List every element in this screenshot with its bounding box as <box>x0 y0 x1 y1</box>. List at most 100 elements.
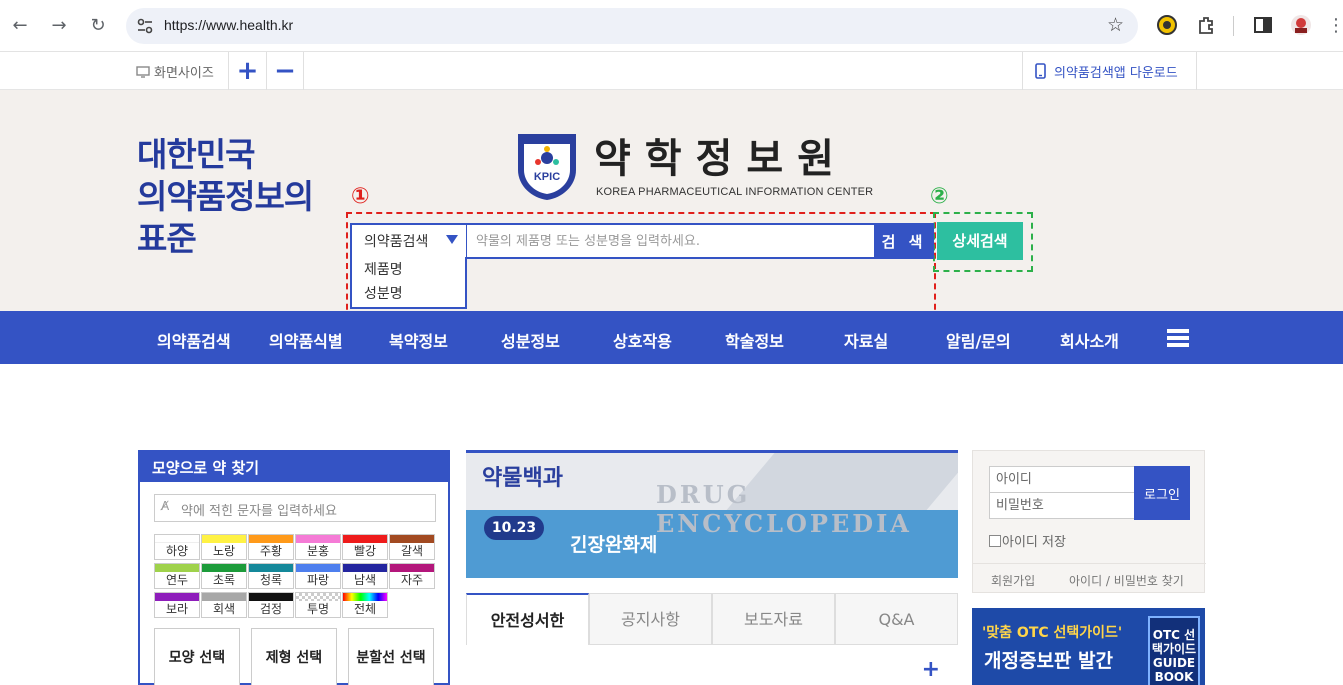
color-swatch[interactable]: 갈색 <box>389 534 435 560</box>
color-swatch[interactable]: 노랑 <box>201 534 247 560</box>
color-swatch-label: 검정 <box>259 602 283 616</box>
color-swatch[interactable]: 빨강 <box>342 534 388 560</box>
color-swatch-label: 청록 <box>259 573 283 587</box>
extension-icon[interactable] <box>1156 14 1178 36</box>
tab-press[interactable]: 보도자료 <box>712 593 835 645</box>
annotation-number-2: ② <box>930 184 949 209</box>
screen-size-label: 화면사이즈 <box>154 66 214 81</box>
tab-notices[interactable]: 공지사항 <box>589 593 712 645</box>
color-swatch-label: 회색 <box>212 602 236 616</box>
side-panel-icon[interactable] <box>1252 14 1274 36</box>
color-swatch-label: 보라 <box>165 602 189 616</box>
extensions-puzzle-icon[interactable] <box>1196 14 1218 36</box>
zoom-in-button[interactable]: + <box>228 52 266 90</box>
site-settings-icon[interactable] <box>136 17 154 35</box>
nav-item-archive[interactable]: 자료실 <box>844 328 888 352</box>
color-swatch-label: 분홍 <box>306 544 330 558</box>
search-category-value: 의약품검색 <box>364 234 429 250</box>
save-id-label: 아이디 저장 <box>1002 535 1066 550</box>
slogan-line: 대한민국 <box>137 135 255 174</box>
login-button[interactable]: 로그인 <box>1134 466 1190 520</box>
color-swatch-bar <box>296 535 340 543</box>
search-bar: 의약품검색 검 색 <box>350 223 934 259</box>
color-swatch-label: 투명 <box>306 602 330 616</box>
color-swatch[interactable]: 남색 <box>342 563 388 589</box>
nav-item-drug-search[interactable]: 의약품검색 <box>157 328 231 352</box>
more-plus-icon[interactable]: + <box>922 657 940 682</box>
nav-item-company[interactable]: 회사소개 <box>1060 328 1119 352</box>
nav-item-drug-identify[interactable]: 의약품식별 <box>269 328 343 352</box>
password-input[interactable] <box>989 492 1135 519</box>
color-swatch[interactable]: 자주 <box>389 563 435 589</box>
color-swatch[interactable]: 파랑 <box>295 563 341 589</box>
emblem-text: KPIC <box>534 171 560 183</box>
color-swatch[interactable]: 회색 <box>201 592 247 618</box>
color-swatch-bar <box>155 535 199 543</box>
login-links: 회원가입 아이디 / 비밀번호 찾기 <box>973 563 1206 593</box>
menu-hamburger-icon[interactable] <box>1167 329 1189 347</box>
otc-guide-book-image: OTC 선택가이드 GUIDE BOOK <box>1148 616 1200 685</box>
color-swatch[interactable]: 전체 <box>342 592 388 618</box>
address-bar[interactable]: https://www.health.kr ☆ <box>126 8 1138 44</box>
color-swatch[interactable]: 초록 <box>201 563 247 589</box>
color-swatch[interactable]: 주황 <box>248 534 294 560</box>
browser-menu-icon[interactable]: ⋮ <box>1327 12 1343 40</box>
nav-item-academic[interactable]: 학술정보 <box>725 328 784 352</box>
site-slogan: 대한민국 의약품정보의 표준 <box>137 134 314 260</box>
color-swatch-label: 파랑 <box>306 573 330 587</box>
otc-guide-banner[interactable]: '맞춤 OTC 선택가이드' 개정증보판 발간 OTC 선택가이드 GUIDE … <box>972 608 1205 685</box>
back-icon[interactable]: ← <box>6 12 34 40</box>
color-swatch-label: 전체 <box>353 602 377 616</box>
color-swatch[interactable]: 투명 <box>295 592 341 618</box>
signup-link[interactable]: 회원가입 <box>991 572 1035 589</box>
profile-avatar-icon[interactable] <box>1290 14 1312 36</box>
utility-bar: 화면사이즈 + − 의약품검색앱 다운로드 <box>0 52 1343 90</box>
dropdown-option-product[interactable]: 제품명 <box>352 257 465 281</box>
encyclopedia-date-badge: 10.23 <box>484 516 544 540</box>
tab-qna[interactable]: Q&A <box>835 593 958 645</box>
text-input-icon: A̸ <box>161 499 170 513</box>
otc-banner-line2: 개정증보판 발간 <box>984 650 1113 672</box>
search-input[interactable] <box>468 225 874 257</box>
logo-korean-name[interactable]: 약학정보원 <box>594 126 848 184</box>
color-swatch[interactable]: 하양 <box>154 534 200 560</box>
save-id-checkbox[interactable]: 아이디 저장 <box>989 531 1066 550</box>
search-button[interactable]: 검 색 <box>874 223 934 259</box>
form-select-button[interactable]: 제형 선택 <box>251 628 337 685</box>
color-swatch[interactable]: 연두 <box>154 563 200 589</box>
color-swatch-label: 주황 <box>259 544 283 558</box>
slogan-line: 표준 <box>137 219 197 258</box>
user-id-input[interactable] <box>989 466 1135 493</box>
color-swatch[interactable]: 분홍 <box>295 534 341 560</box>
color-swatch-bar <box>343 535 387 543</box>
tab-safety-letter[interactable]: 안전성서한 <box>466 593 589 645</box>
find-account-link[interactable]: 아이디 / 비밀번호 찾기 <box>1069 572 1184 589</box>
nav-item-notice-inquiry[interactable]: 알림/문의 <box>946 328 1011 352</box>
search-category-dropdown: 제품명 성분명 <box>350 257 467 309</box>
color-swatch[interactable]: 청록 <box>248 563 294 589</box>
search-category-select[interactable]: 의약품검색 <box>352 225 467 257</box>
reload-icon[interactable]: ↻ <box>84 12 112 40</box>
app-download-link[interactable]: 의약품검색앱 다운로드 <box>1022 52 1197 90</box>
nav-item-interaction[interactable]: 상호작용 <box>613 328 672 352</box>
zoom-out-button[interactable]: − <box>266 52 304 90</box>
dropdown-option-ingredient[interactable]: 성분명 <box>352 281 465 305</box>
nav-item-ingredient-info[interactable]: 성분정보 <box>501 328 560 352</box>
forward-icon[interactable]: → <box>45 12 73 40</box>
kpic-logo-emblem[interactable]: KPIC <box>516 132 578 202</box>
plus-icon: + <box>236 56 259 86</box>
color-swatch-bar <box>249 535 293 543</box>
drug-encyclopedia-banner[interactable]: 약물백과 DRUG ENCYCLOPEDIA 10.23 긴장완화제 <box>466 450 958 578</box>
url-text[interactable]: https://www.health.kr <box>164 17 293 33</box>
detail-search-button[interactable]: 상세검색 <box>937 222 1023 260</box>
shape-select-button[interactable]: 모양 선택 <box>154 628 240 685</box>
color-swatch-bar <box>249 564 293 572</box>
score-line-select-button[interactable]: 분할선 선택 <box>348 628 434 685</box>
color-swatch[interactable]: 검정 <box>248 592 294 618</box>
color-swatch[interactable]: 보라 <box>154 592 200 618</box>
bookmark-star-icon[interactable]: ☆ <box>1107 14 1124 36</box>
notice-tabs: 안전성서한 공지사항 보도자료 Q&A + <box>466 593 958 685</box>
nav-item-medication-info[interactable]: 복약정보 <box>389 328 448 352</box>
imprint-input[interactable]: A̸ 약에 적힌 문자를 입력하세요 <box>154 494 436 522</box>
color-swatch-bar <box>155 564 199 572</box>
